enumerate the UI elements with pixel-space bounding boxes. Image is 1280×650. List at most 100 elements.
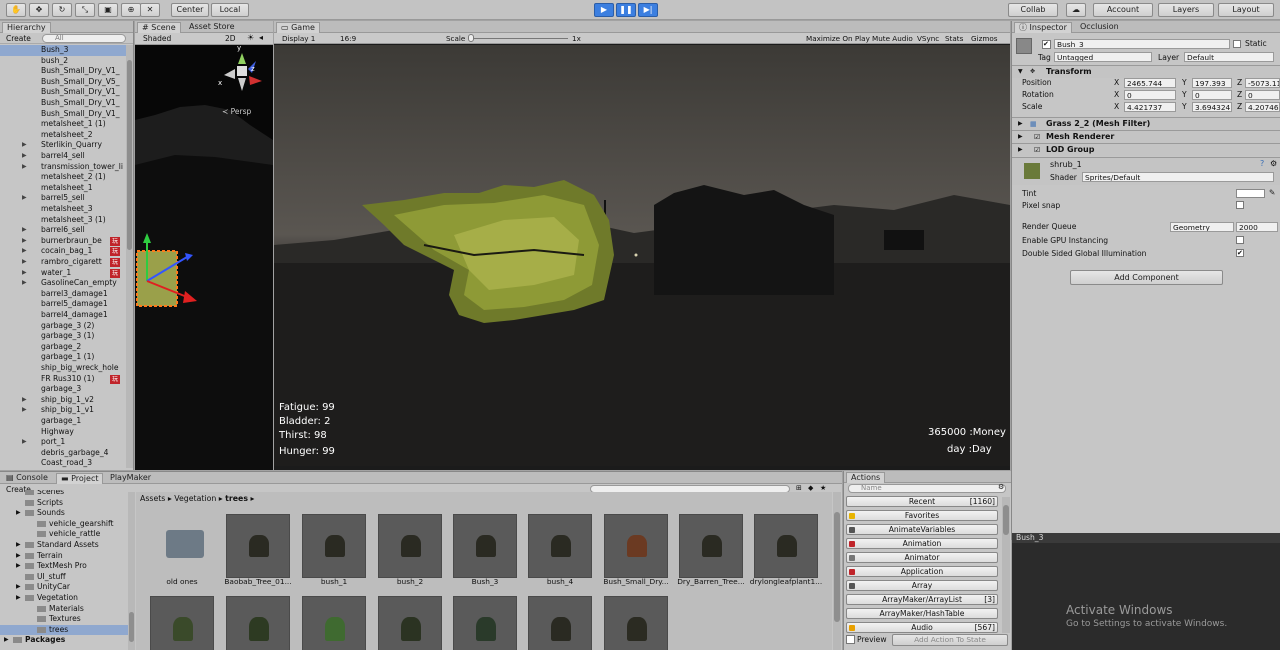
asset-grid-scrollbar[interactable] [833,492,841,650]
vsync-toggle[interactable]: VSync [917,34,939,43]
active-checkbox[interactable]: ✔ [1042,40,1051,49]
asset-thumbnail[interactable] [378,596,442,650]
project-folder-item[interactable]: ▶ Packages [0,635,128,646]
step-button[interactable]: ▶| [638,3,658,17]
project-folder-item[interactable]: trees [0,624,128,636]
project-folder-item[interactable]: ▶ Standard Assets [0,540,128,551]
expand-arrow-icon[interactable]: ▶ [16,561,21,572]
expand-arrow-icon[interactable]: ▶ [16,582,21,593]
stats-toggle[interactable]: Stats [945,34,963,43]
hierarchy-item[interactable]: Bush_3 [0,45,130,56]
expand-arrow-icon[interactable]: ▶ [22,236,27,247]
add-component-button[interactable]: Add Component [1070,270,1223,285]
asset-item[interactable]: drylongleafplant1... [748,510,824,586]
asset-thumbnail[interactable] [226,596,290,650]
position-z-field[interactable]: -5073.119 [1245,78,1280,88]
project-folder-item[interactable]: ▶ Vegetation [0,593,128,604]
hierarchy-item[interactable]: garbage_3 (2) [0,321,130,332]
asset-thumbnail[interactable] [150,596,214,650]
expand-arrow-icon[interactable]: ▶ [22,395,27,406]
pixel-snap-checkbox[interactable] [1236,201,1244,209]
hierarchy-item[interactable]: garbage_1 (1) [0,352,130,363]
hierarchy-item[interactable]: ▶ barrel5_sell [0,193,130,204]
hierarchy-item[interactable]: metalsheet_2 (1) [0,172,130,183]
audio-icon[interactable]: ◂ [259,33,263,42]
expand-arrow-icon[interactable]: ▶ [22,268,27,279]
project-folder-item[interactable]: Materials [0,604,128,615]
expand-arrow-icon[interactable]: ▶ [22,162,27,173]
tab-inspector[interactable]: ⓘ Inspector [1014,22,1072,33]
hierarchy-item[interactable]: debris_garbage_4 [0,448,130,459]
project-folder-item[interactable]: ▶ Terrain [0,551,128,562]
hierarchy-item[interactable]: garbage_3 (1) [0,331,130,342]
hierarchy-item[interactable]: metalsheet_1 [0,183,130,194]
hierarchy-item[interactable]: ▶ water_1 玩 [0,268,130,279]
hierarchy-item[interactable]: Bush_Small_Dry_V5_ [0,77,130,88]
scale-slider-thumb[interactable] [468,34,474,42]
render-queue-value-field[interactable]: 2000 [1236,222,1278,232]
expand-arrow-icon[interactable]: ▶ [22,225,27,236]
hierarchy-create-button[interactable]: Create [6,34,31,43]
filter-type-icon[interactable]: ⊞ [796,484,802,492]
object-name-field[interactable]: Bush_3 [1054,39,1230,49]
tag-dropdown[interactable]: Untagged [1054,52,1152,62]
shading-mode-dropdown[interactable]: Shaded [143,34,171,43]
rotation-z-field[interactable]: 0 [1245,90,1280,100]
position-x-field[interactable]: 2465.744 [1124,78,1176,88]
layout-dropdown[interactable]: Layout [1218,3,1274,17]
hierarchy-item[interactable]: ▶ transmission_tower_li [0,162,130,173]
action-category-button[interactable]: ArrayMaker/ArrayList [3] [846,594,998,605]
mesh-filter-component-header[interactable]: ▶ ▦ Grass 2_2 (Mesh Filter) [1012,117,1280,130]
hierarchy-item[interactable]: garbage_2 [0,342,130,353]
help-icon[interactable]: ? [1260,159,1264,168]
rect-tool-button[interactable]: ▣ [98,3,118,17]
action-category-button[interactable]: ArrayMaker/HashTable [846,608,998,619]
breadcrumb-trees[interactable]: trees [225,494,248,503]
hierarchy-item[interactable]: metalsheet_2 [0,130,130,141]
scale-z-field[interactable]: 4.207466 [1245,102,1280,112]
hierarchy-item[interactable]: Bush_Small_Dry_V1_ [0,109,130,120]
project-folder-item[interactable]: ▶ Sounds [0,508,128,519]
hierarchy-item[interactable]: ▶ burnerbraun_be 玩 [0,236,130,247]
hierarchy-scroll-thumb[interactable] [127,60,132,250]
play-button[interactable]: ▶ [594,3,614,17]
tab-scene[interactable]: # Scene [137,22,181,33]
project-tree-scroll-thumb[interactable] [129,612,134,642]
breadcrumb-assets[interactable]: Assets [140,494,165,503]
asset-item[interactable]: Bush_3 [447,510,523,586]
scene-view[interactable] [135,45,273,470]
tint-color-field[interactable] [1236,189,1265,198]
static-checkbox[interactable] [1233,40,1241,48]
hierarchy-item[interactable]: ▶ GasolineCan_empty [0,278,130,289]
maximize-on-play-toggle[interactable]: Maximize On Play [806,34,870,43]
mode-2d-toggle[interactable]: 2D [225,34,236,43]
custom-tool-button[interactable]: ✕ [140,3,160,17]
rotation-x-field[interactable]: 0 [1124,90,1176,100]
expand-arrow-icon[interactable]: ▶ [22,437,27,448]
tab-playmaker[interactable]: PlayMaker [106,473,155,484]
action-category-button[interactable]: Favorites [846,510,998,521]
hierarchy-item[interactable]: ▶ ship_big_1_v2 [0,395,130,406]
asset-folder-item[interactable]: old ones [144,510,220,586]
actions-settings-icon[interactable]: ⚙ [998,483,1004,491]
hierarchy-search-input[interactable]: All [42,34,126,43]
hierarchy-scrollbar[interactable] [126,45,133,468]
mesh-renderer-component-header[interactable]: ▶ ☑ Mesh Renderer [1012,130,1280,143]
rotate-tool-button[interactable]: ↻ [52,3,72,17]
preview-checkbox[interactable] [846,635,855,644]
hand-tool-button[interactable]: ✋ [6,3,26,17]
project-folder-item[interactable]: vehicle_gearshift [0,519,128,530]
action-category-button[interactable]: Animator [846,552,998,563]
hierarchy-item[interactable]: Coast_road_3 [0,458,130,469]
settings-gear-icon[interactable]: ⚙ [1270,159,1277,168]
expand-arrow-icon[interactable]: ▶ [16,508,21,519]
breadcrumb-vegetation[interactable]: Vegetation [174,494,216,503]
scale-tool-button[interactable]: ⤡ [75,3,95,17]
hierarchy-item[interactable]: ship_big_wreck_hole [0,363,130,374]
action-category-button[interactable]: Application [846,566,998,577]
project-tree-scrollbar[interactable] [128,492,135,650]
project-folder-item[interactable]: UI_stuff [0,572,128,583]
expand-arrow-icon[interactable]: ▶ [16,551,21,562]
hierarchy-item[interactable]: ▶ rambro_cigarett 玩 [0,257,130,268]
favorite-star-icon[interactable]: ★ [820,484,826,492]
